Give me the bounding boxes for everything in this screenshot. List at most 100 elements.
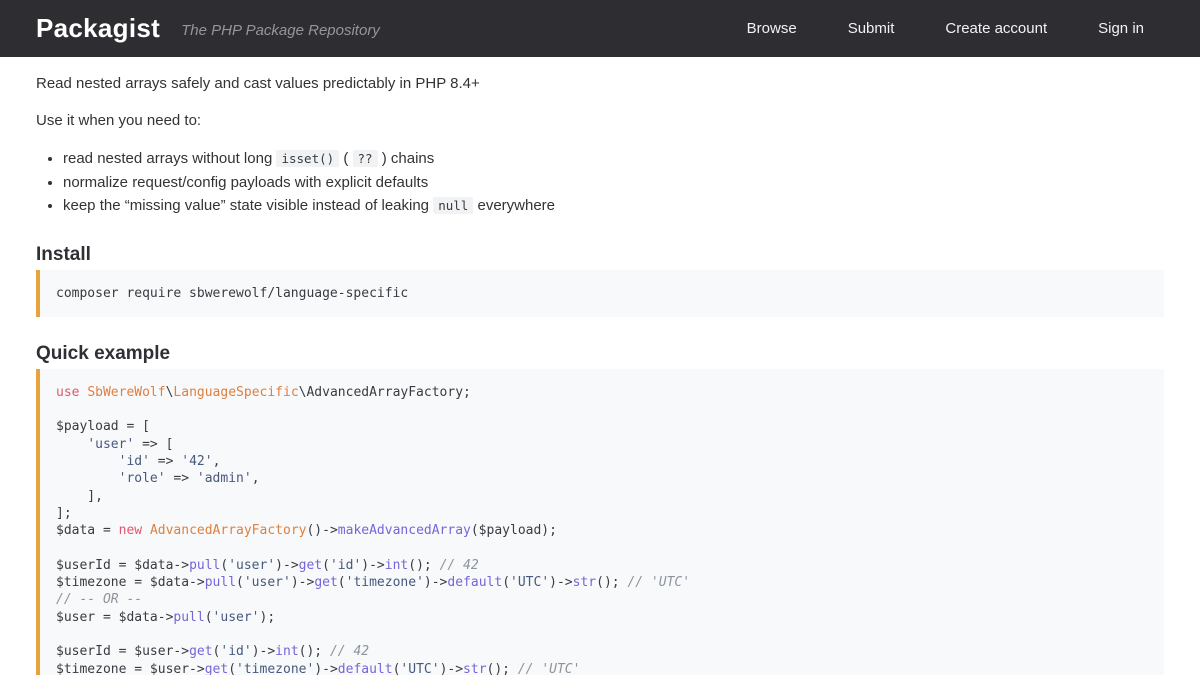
readme-content: Read nested arrays safely and cast value… bbox=[0, 57, 1200, 675]
code-token: 'user' bbox=[228, 558, 275, 573]
code-token: ( bbox=[322, 558, 330, 573]
code-token: ]; bbox=[56, 506, 72, 521]
code-token: // 42 bbox=[440, 558, 479, 573]
code-line bbox=[56, 626, 1148, 643]
code-token: => bbox=[150, 454, 181, 469]
example-code-block: use SbWereWolf\LanguageSpecific\Advanced… bbox=[36, 369, 1164, 675]
code-line: use SbWereWolf\LanguageSpecific\Advanced… bbox=[56, 384, 1148, 401]
code-token: )-> bbox=[549, 575, 572, 590]
navbar: Packagist The PHP Package Repository Bro… bbox=[0, 0, 1200, 57]
code-token: )-> bbox=[314, 662, 337, 675]
code-line: 'id' => '42', bbox=[56, 453, 1148, 470]
code-line: 'user' => [ bbox=[56, 436, 1148, 453]
code-line: $timezone = $user->get('timezone')->defa… bbox=[56, 661, 1148, 675]
code-token: 'UTC' bbox=[400, 662, 439, 675]
code-line: 'role' => 'admin', bbox=[56, 470, 1148, 487]
site-tagline: The PHP Package Repository bbox=[181, 22, 380, 39]
code-token: ); bbox=[260, 610, 276, 625]
packagist-logo[interactable]: Packagist bbox=[36, 13, 160, 44]
install-heading: Install bbox=[36, 242, 1164, 268]
code-token: 'id' bbox=[330, 558, 361, 573]
code-token: )-> bbox=[361, 558, 384, 573]
code-token: default bbox=[338, 662, 393, 675]
code-token: str bbox=[463, 662, 486, 675]
nav-link-submit[interactable]: Submit bbox=[848, 20, 895, 37]
code-line: $payload = [ bbox=[56, 418, 1148, 435]
nav-link-create-account[interactable]: Create account bbox=[945, 20, 1047, 37]
code-token: ( bbox=[338, 575, 346, 590]
code-token: AdvancedArrayFactory bbox=[150, 523, 307, 538]
bullet-text: normalize request/config payloads with e… bbox=[63, 174, 428, 191]
code-token: 'user' bbox=[213, 610, 260, 625]
code-token: $data = bbox=[56, 523, 119, 538]
code-token: 'timezone' bbox=[236, 662, 314, 675]
code-line: ]; bbox=[56, 505, 1148, 522]
code-token: $user = $data-> bbox=[56, 610, 173, 625]
code-token: 'UTC' bbox=[510, 575, 549, 590]
code-token: get bbox=[205, 662, 228, 675]
code-token: SbWereWolf bbox=[87, 385, 165, 400]
example-code: use SbWereWolf\LanguageSpecific\Advanced… bbox=[56, 384, 1148, 675]
intro-paragraph: Read nested arrays safely and cast value… bbox=[36, 73, 1164, 94]
code-token: get bbox=[299, 558, 322, 573]
code-token: \AdvancedArrayFactory; bbox=[299, 385, 471, 400]
code-token bbox=[56, 437, 87, 452]
code-token: )-> bbox=[440, 662, 463, 675]
code-token: 'user' bbox=[87, 437, 134, 452]
code-token: ], bbox=[56, 489, 103, 504]
install-command: composer require sbwerewolf/language-spe… bbox=[56, 286, 408, 301]
code-line: $userId = $user->get('id')->int(); // 42 bbox=[56, 643, 1148, 660]
nav-link-browse[interactable]: Browse bbox=[747, 20, 797, 37]
code-token: , bbox=[213, 454, 221, 469]
bullet-text: everywhere bbox=[473, 197, 555, 214]
code-token: (); bbox=[487, 662, 518, 675]
code-token: default bbox=[447, 575, 502, 590]
code-token: ( bbox=[205, 610, 213, 625]
inline-code: isset() bbox=[276, 150, 339, 167]
code-token: pull bbox=[189, 558, 220, 573]
bullet-text: ( bbox=[339, 150, 352, 167]
code-token: )-> bbox=[291, 575, 314, 590]
code-line: // -- OR -- bbox=[56, 591, 1148, 608]
code-token: LanguageSpecific bbox=[173, 385, 298, 400]
code-line: ], bbox=[56, 488, 1148, 505]
main-nav: Browse Submit Create account Sign in bbox=[747, 20, 1144, 37]
code-token: => bbox=[166, 471, 197, 486]
code-token: $payload = [ bbox=[56, 419, 150, 434]
code-token: $timezone = $data-> bbox=[56, 575, 205, 590]
code-token: int bbox=[275, 644, 298, 659]
code-token: 'user' bbox=[244, 575, 291, 590]
code-token: pull bbox=[205, 575, 236, 590]
code-token bbox=[142, 523, 150, 538]
code-token: 'role' bbox=[119, 471, 166, 486]
code-line: $user = $data->pull('user'); bbox=[56, 609, 1148, 626]
code-token: get bbox=[314, 575, 337, 590]
code-token: )-> bbox=[424, 575, 447, 590]
install-code-block: composer require sbwerewolf/language-spe… bbox=[36, 270, 1164, 317]
code-token: get bbox=[189, 644, 212, 659]
code-token: $timezone = $user-> bbox=[56, 662, 205, 675]
code-token: // 'UTC' bbox=[518, 662, 581, 675]
use-case-list: read nested arrays without long isset() … bbox=[36, 147, 1164, 218]
code-token: '42' bbox=[181, 454, 212, 469]
code-token: use bbox=[56, 385, 79, 400]
code-token: makeAdvancedArray bbox=[338, 523, 471, 538]
code-token: => [ bbox=[134, 437, 173, 452]
inline-code: null bbox=[433, 197, 473, 214]
code-token: new bbox=[119, 523, 142, 538]
code-token: ( bbox=[228, 662, 236, 675]
code-token: ( bbox=[236, 575, 244, 590]
code-line: $timezone = $data->pull('user')->get('ti… bbox=[56, 574, 1148, 591]
code-token: 'id' bbox=[119, 454, 150, 469]
bullet-text: read nested arrays without long bbox=[63, 150, 276, 167]
nav-link-sign-in[interactable]: Sign in bbox=[1098, 20, 1144, 37]
code-token: pull bbox=[173, 610, 204, 625]
use-when-paragraph: Use it when you need to: bbox=[36, 110, 1164, 131]
code-line bbox=[56, 539, 1148, 556]
code-line bbox=[56, 401, 1148, 418]
code-token: )-> bbox=[275, 558, 298, 573]
code-token: // 42 bbox=[330, 644, 369, 659]
code-token: $userId = $data-> bbox=[56, 558, 189, 573]
code-token: $userId = $user-> bbox=[56, 644, 189, 659]
code-token: // -- OR -- bbox=[56, 592, 142, 607]
